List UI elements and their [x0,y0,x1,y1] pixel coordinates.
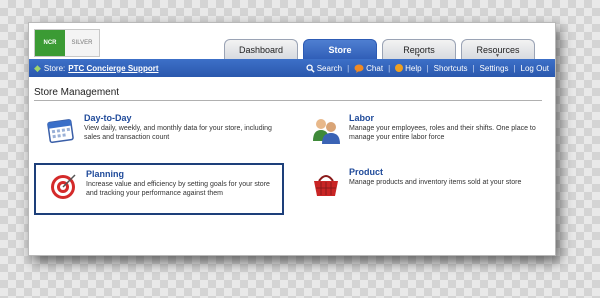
separator: | [426,63,429,73]
card-title[interactable]: Labor [349,113,374,123]
tab-label: Store [328,45,352,55]
separator: | [347,63,350,73]
card-planning[interactable]: Planning Increase value and efficiency b… [34,163,284,215]
chat-label: Chat [366,63,384,73]
card-description: Manage your employees, roles and their s… [349,125,536,141]
search-link[interactable]: Search [306,64,342,73]
search-label: Search [316,63,343,73]
main-tabs: Dashboard Store Reports ▼ Resources ▼ [224,39,535,61]
card-description: Manage products and inventory items sold… [349,179,522,186]
shortcuts-label: Shortcuts [433,63,468,73]
people-icon [313,119,340,144]
basket-icon [314,175,338,196]
card-product[interactable]: Product Manage products and inventory it… [299,163,549,215]
tab-dashboard[interactable]: Dashboard [224,39,298,60]
logout-label: Log Out [520,63,549,73]
brand-logo[interactable]: NCR SILVER [34,29,100,57]
separator: | [388,63,391,73]
help-label: Help [405,63,422,73]
ncr-logo-mark: NCR [35,30,65,56]
help-icon [395,64,404,72]
store-navbar: ◆ Store: PTC Concierge Support Search | … [29,59,555,77]
store-pin-icon: ◆ [34,62,41,73]
card-description: Increase value and efficiency by setting… [86,181,270,197]
separator: | [472,63,475,73]
card-title[interactable]: Day-to-Day [84,113,132,123]
card-day-to-day[interactable]: Day-to-Day View daily, weekly, and month… [34,109,284,161]
card-title[interactable]: Product [349,167,383,177]
search-icon [306,63,315,73]
tab-label: Dashboard [238,45,284,55]
chat-link[interactable]: Chat [354,64,383,73]
tab-reports[interactable]: Reports ▼ [382,39,456,60]
logout-link[interactable]: Log Out [521,64,549,73]
settings-label: Settings [479,63,509,73]
card-title[interactable]: Planning [86,169,124,179]
help-link[interactable]: Help [395,63,422,73]
separator: | [513,63,516,73]
header: NCR SILVER Dashboard Store Reports ▼ Reso… [29,23,555,61]
page-title: Store Management [34,87,542,101]
calendar-icon [47,119,74,144]
store-label: Store: [43,63,66,73]
tier-label: SILVER [65,30,99,56]
tab-store[interactable]: Store [303,39,377,61]
card-labor[interactable]: Labor Manage your employees, roles and t… [299,109,549,161]
utility-links: Search | Chat | Help | Shortcuts | Setti… [306,59,549,77]
card-description: View daily, weekly, and monthly data for… [84,125,272,141]
settings-link[interactable]: Settings [480,64,509,73]
tab-resources[interactable]: Resources ▼ [461,39,535,60]
shortcuts-link[interactable]: Shortcuts [434,64,468,73]
store-name-link[interactable]: PTC Concierge Support [68,64,158,73]
target-icon [51,174,76,199]
app-window: NCR SILVER Dashboard Store Reports ▼ Reso… [28,22,556,256]
chat-icon [354,64,364,73]
